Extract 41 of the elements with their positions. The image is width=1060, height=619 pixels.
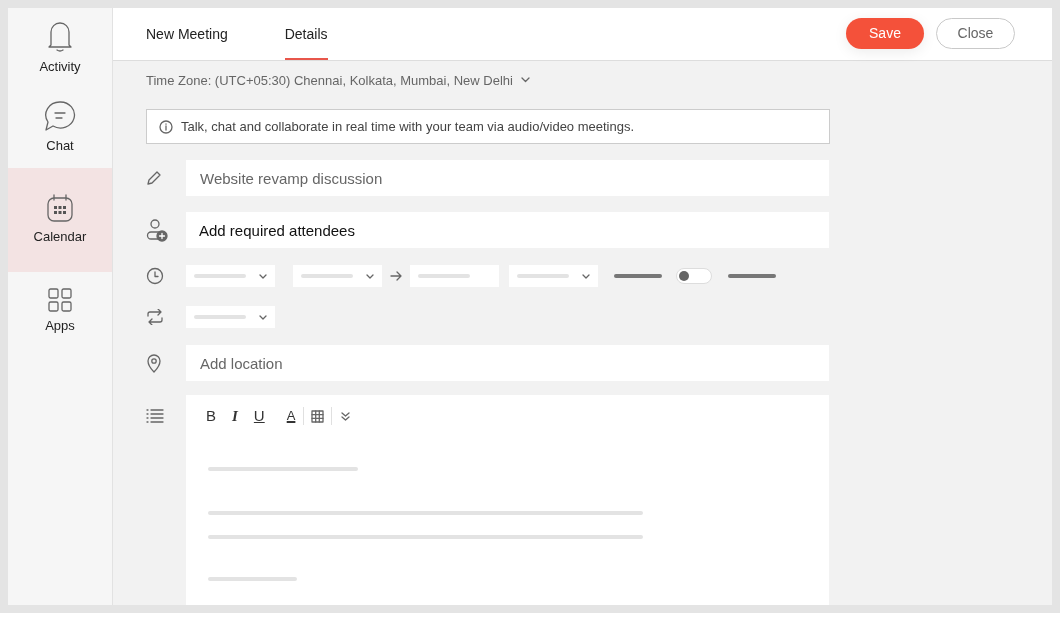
title-field[interactable]: Website revamp discussion xyxy=(186,160,829,196)
underline-button[interactable]: U xyxy=(245,405,273,427)
clock-icon xyxy=(146,267,164,285)
dropdown-field[interactable] xyxy=(410,265,499,287)
grid-apps-icon xyxy=(48,288,72,313)
location-pin-icon xyxy=(146,353,162,373)
repeat-icon xyxy=(146,309,164,325)
calendar-icon xyxy=(46,193,74,224)
sidebar-item[interactable]: Apps xyxy=(8,272,112,352)
right-arrow-icon xyxy=(390,271,402,281)
dropdown-field[interactable] xyxy=(186,306,275,328)
chevron-down-icon xyxy=(259,273,267,279)
location-field[interactable]: Add location xyxy=(186,345,829,381)
close-button[interactable]: Close xyxy=(936,18,1015,50)
chevron-down-icon xyxy=(259,314,267,320)
person-add-icon xyxy=(146,218,168,242)
attendees-field[interactable]: Add required attendees xyxy=(186,212,829,248)
double-chevron-icon xyxy=(341,411,351,421)
text-color-button[interactable]: A xyxy=(278,405,304,427)
sidebar-item[interactable]: Chat xyxy=(8,88,112,168)
tab[interactable]: New Meeting xyxy=(146,8,228,60)
dropdown-field[interactable] xyxy=(186,265,275,287)
bell-icon xyxy=(46,19,74,54)
toggle-switch[interactable] xyxy=(676,268,712,284)
info-icon xyxy=(159,119,173,134)
dropdown-field[interactable] xyxy=(509,265,598,287)
chevron-down-icon xyxy=(520,77,530,84)
chevron-down-icon xyxy=(366,273,374,279)
bold-button[interactable]: B xyxy=(198,405,224,427)
chevron-down-icon xyxy=(582,273,590,279)
tab[interactable]: Details xyxy=(284,8,328,60)
sidebar-item[interactable]: Calendar xyxy=(8,168,112,272)
chat-bubble-icon xyxy=(44,100,76,133)
list-icon xyxy=(146,409,164,423)
sidebar-item[interactable]: Activity xyxy=(8,8,112,88)
time-zone-dropdown[interactable]: Time Zone: (UTC+05:30) Chennai, Kolkata, Mumbai, New Delhi xyxy=(146,70,513,90)
table-icon xyxy=(311,409,325,423)
italic-button[interactable]: I xyxy=(224,405,246,427)
dropdown-field[interactable] xyxy=(293,265,382,287)
pencil-icon xyxy=(146,170,162,186)
info-text: Talk, chat and collaborate in real time with your team via audio/video meetings. xyxy=(181,117,635,136)
